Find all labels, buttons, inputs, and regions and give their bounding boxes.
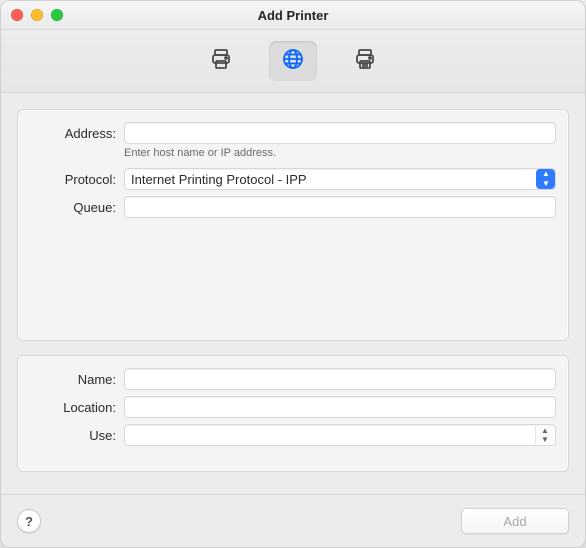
tab-ip-printer[interactable]: [269, 41, 317, 81]
printer-advanced-icon: [353, 47, 377, 76]
location-label: Location:: [18, 400, 124, 415]
use-select[interactable]: ▲ ▼: [124, 424, 556, 446]
help-icon: ?: [25, 514, 33, 529]
address-label: Address:: [18, 126, 124, 141]
globe-icon: [281, 47, 305, 76]
connection-panel: Address: Enter host name or IP address. …: [17, 109, 569, 341]
add-button-label: Add: [503, 514, 526, 529]
chevron-up-down-icon: ▲ ▼: [536, 169, 555, 189]
tab-windows-printer[interactable]: [341, 41, 389, 81]
name-input[interactable]: [124, 368, 556, 390]
help-button[interactable]: ?: [17, 509, 41, 533]
protocol-value: Internet Printing Protocol - IPP: [131, 172, 533, 187]
name-label: Name:: [18, 372, 124, 387]
window-title: Add Printer: [258, 8, 329, 23]
add-printer-window: Add Printer: [0, 0, 586, 548]
add-button[interactable]: Add: [461, 508, 569, 534]
queue-label: Queue:: [18, 200, 124, 215]
close-window-button[interactable]: [11, 9, 23, 21]
footer: ? Add: [1, 494, 585, 547]
location-input[interactable]: [124, 396, 556, 418]
title-bar: Add Printer: [1, 1, 585, 30]
use-label: Use:: [18, 428, 124, 443]
address-input[interactable]: [124, 122, 556, 144]
chevron-up-down-icon: ▲ ▼: [535, 426, 554, 444]
address-hint: Enter host name or IP address.: [18, 144, 568, 164]
content-area: Address: Enter host name or IP address. …: [1, 93, 585, 547]
window-controls: [11, 1, 63, 29]
toolbar: [1, 30, 585, 93]
zoom-window-button[interactable]: [51, 9, 63, 21]
minimize-window-button[interactable]: [31, 9, 43, 21]
protocol-label: Protocol:: [18, 172, 124, 187]
description-panel: Name: Location: Use: ▲ ▼: [17, 355, 569, 472]
printer-icon: [209, 47, 233, 76]
queue-input[interactable]: [124, 196, 556, 218]
tab-default-printer[interactable]: [197, 41, 245, 81]
protocol-select[interactable]: Internet Printing Protocol - IPP ▲ ▼: [124, 168, 556, 190]
